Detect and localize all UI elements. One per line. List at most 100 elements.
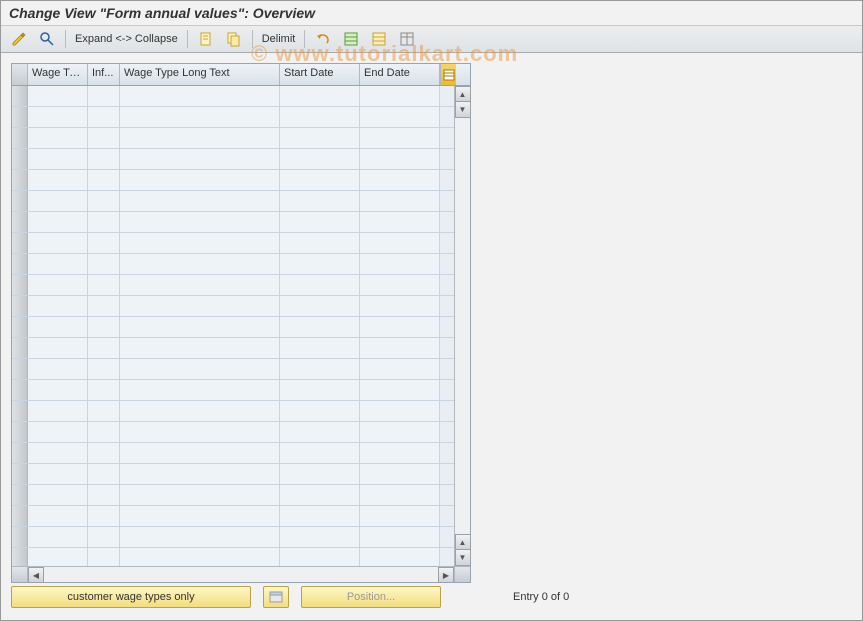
- scroll-up-button[interactable]: ▲: [455, 86, 471, 102]
- cell-start-date[interactable]: [280, 191, 360, 211]
- cell-infotype[interactable]: [88, 170, 120, 190]
- cell-infotype[interactable]: [88, 128, 120, 148]
- scroll-left-button[interactable]: ◀: [28, 567, 44, 583]
- table-row[interactable]: [12, 527, 454, 548]
- cell-wage-type[interactable]: [28, 527, 88, 547]
- cell-wage-type[interactable]: [28, 422, 88, 442]
- cell-long-text[interactable]: [120, 254, 280, 274]
- cell-end-date[interactable]: [360, 401, 440, 421]
- cell-end-date[interactable]: [360, 86, 440, 106]
- horizontal-scrollbar[interactable]: ◀ ▶: [12, 566, 470, 582]
- cell-start-date[interactable]: [280, 359, 360, 379]
- cell-infotype[interactable]: [88, 107, 120, 127]
- cell-long-text[interactable]: [120, 86, 280, 106]
- cell-infotype[interactable]: [88, 275, 120, 295]
- row-selector[interactable]: [12, 275, 28, 295]
- cell-wage-type[interactable]: [28, 464, 88, 484]
- cell-wage-type[interactable]: [28, 212, 88, 232]
- cell-long-text[interactable]: [120, 485, 280, 505]
- cell-wage-type[interactable]: [28, 128, 88, 148]
- cell-wage-type[interactable]: [28, 296, 88, 316]
- table-row[interactable]: [12, 422, 454, 443]
- cell-infotype[interactable]: [88, 527, 120, 547]
- cell-end-date[interactable]: [360, 422, 440, 442]
- table-row[interactable]: [12, 485, 454, 506]
- toggle-edit-button[interactable]: [7, 29, 31, 49]
- cell-wage-type[interactable]: [28, 254, 88, 274]
- cell-wage-type[interactable]: [28, 107, 88, 127]
- cell-wage-type[interactable]: [28, 359, 88, 379]
- cell-start-date[interactable]: [280, 107, 360, 127]
- cell-start-date[interactable]: [280, 464, 360, 484]
- scroll-track[interactable]: [455, 118, 470, 534]
- col-header-long-text[interactable]: Wage Type Long Text: [120, 64, 280, 85]
- cell-end-date[interactable]: [360, 506, 440, 526]
- row-selector[interactable]: [12, 212, 28, 232]
- row-selector-header[interactable]: [12, 64, 28, 85]
- row-selector[interactable]: [12, 170, 28, 190]
- row-selector[interactable]: [12, 464, 28, 484]
- table-row[interactable]: [12, 548, 454, 566]
- cell-end-date[interactable]: [360, 128, 440, 148]
- cell-long-text[interactable]: [120, 170, 280, 190]
- table-row[interactable]: [12, 317, 454, 338]
- copy-button[interactable]: [222, 29, 246, 49]
- cell-end-date[interactable]: [360, 464, 440, 484]
- deselect-all-button[interactable]: [367, 29, 391, 49]
- cell-long-text[interactable]: [120, 527, 280, 547]
- cell-start-date[interactable]: [280, 170, 360, 190]
- cell-start-date[interactable]: [280, 149, 360, 169]
- cell-infotype[interactable]: [88, 485, 120, 505]
- expand-collapse-label[interactable]: Expand <-> Collapse: [72, 33, 181, 45]
- cell-end-date[interactable]: [360, 443, 440, 463]
- cell-wage-type[interactable]: [28, 401, 88, 421]
- table-row[interactable]: [12, 254, 454, 275]
- table-row[interactable]: [12, 338, 454, 359]
- row-selector[interactable]: [12, 317, 28, 337]
- table-row[interactable]: [12, 233, 454, 254]
- cell-wage-type[interactable]: [28, 275, 88, 295]
- cell-wage-type[interactable]: [28, 170, 88, 190]
- row-selector[interactable]: [12, 296, 28, 316]
- hscroll-track[interactable]: [44, 567, 438, 582]
- cell-long-text[interactable]: [120, 359, 280, 379]
- cell-start-date[interactable]: [280, 443, 360, 463]
- row-selector[interactable]: [12, 191, 28, 211]
- cell-end-date[interactable]: [360, 359, 440, 379]
- cell-long-text[interactable]: [120, 149, 280, 169]
- cell-infotype[interactable]: [88, 401, 120, 421]
- cell-start-date[interactable]: [280, 254, 360, 274]
- col-header-wage-type[interactable]: Wage Ty...: [28, 64, 88, 85]
- cell-end-date[interactable]: [360, 191, 440, 211]
- table-row[interactable]: [12, 506, 454, 527]
- cell-long-text[interactable]: [120, 317, 280, 337]
- row-selector[interactable]: [12, 527, 28, 547]
- cell-start-date[interactable]: [280, 527, 360, 547]
- cell-start-date[interactable]: [280, 422, 360, 442]
- cell-start-date[interactable]: [280, 128, 360, 148]
- configure-columns-button[interactable]: [440, 64, 456, 85]
- table-row[interactable]: [12, 380, 454, 401]
- row-selector[interactable]: [12, 233, 28, 253]
- col-header-end-date[interactable]: End Date: [360, 64, 440, 85]
- cell-wage-type[interactable]: [28, 317, 88, 337]
- cell-end-date[interactable]: [360, 275, 440, 295]
- cell-start-date[interactable]: [280, 485, 360, 505]
- select-all-button[interactable]: [339, 29, 363, 49]
- cell-long-text[interactable]: [120, 548, 280, 566]
- cell-wage-type[interactable]: [28, 149, 88, 169]
- scroll-down-button-bottom[interactable]: ▼: [455, 550, 471, 566]
- cell-long-text[interactable]: [120, 380, 280, 400]
- table-row[interactable]: [12, 443, 454, 464]
- cell-end-date[interactable]: [360, 485, 440, 505]
- cell-end-date[interactable]: [360, 212, 440, 232]
- row-selector[interactable]: [12, 128, 28, 148]
- position-icon-button[interactable]: [263, 586, 289, 608]
- cell-long-text[interactable]: [120, 212, 280, 232]
- cell-infotype[interactable]: [88, 317, 120, 337]
- row-selector[interactable]: [12, 443, 28, 463]
- cell-wage-type[interactable]: [28, 548, 88, 566]
- cell-long-text[interactable]: [120, 275, 280, 295]
- cell-infotype[interactable]: [88, 359, 120, 379]
- table-row[interactable]: [12, 170, 454, 191]
